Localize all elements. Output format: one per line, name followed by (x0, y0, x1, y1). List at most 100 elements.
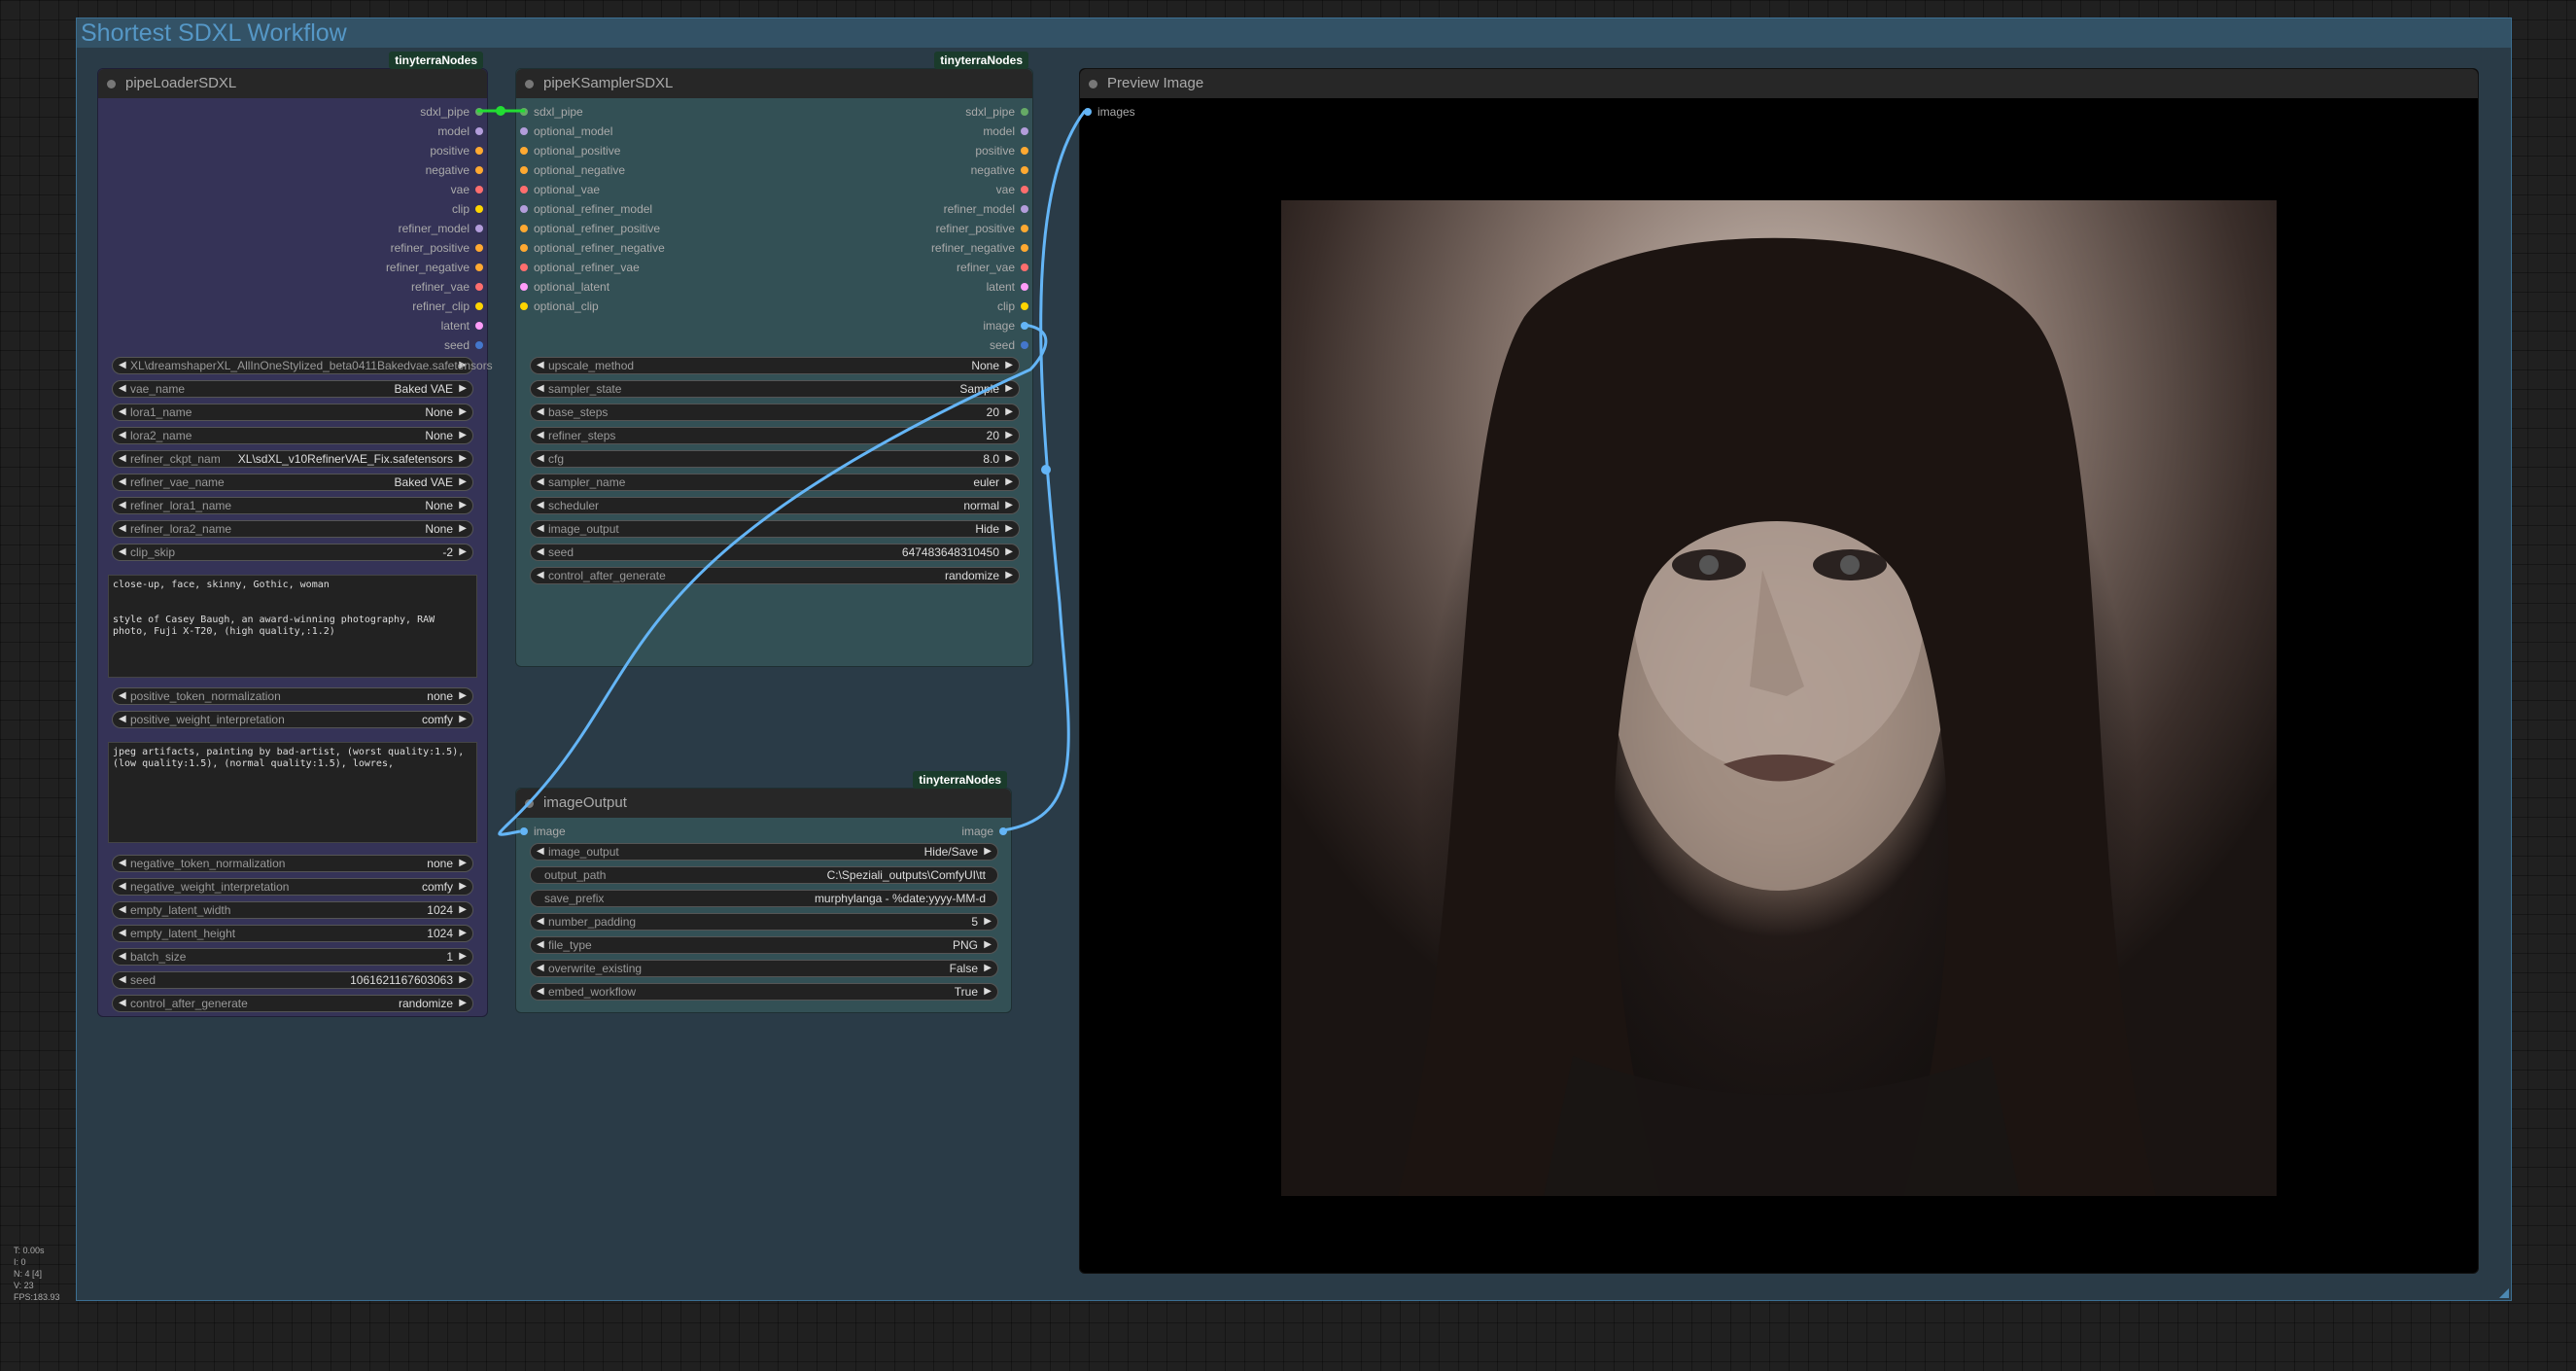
slot-pin-icon[interactable] (520, 127, 528, 135)
slot-pin-icon[interactable] (1021, 205, 1028, 213)
slot-pin-icon[interactable] (999, 827, 1007, 835)
output-slot-clip[interactable]: clip (997, 297, 1032, 316)
decrement-arrow-icon[interactable]: ◀ (537, 937, 544, 953)
slot-pin-icon[interactable] (475, 205, 483, 213)
increment-arrow-icon[interactable]: ▶ (459, 926, 467, 941)
increment-arrow-icon[interactable]: ▶ (1005, 568, 1013, 583)
widget-upscale-method[interactable]: ◀ ▶ upscale_method None (530, 357, 1020, 374)
output-slot-latent[interactable]: latent (441, 316, 487, 335)
increment-arrow-icon[interactable]: ▶ (1005, 451, 1013, 467)
increment-arrow-icon[interactable]: ▶ (1005, 358, 1013, 373)
increment-arrow-icon[interactable]: ▶ (459, 856, 467, 871)
group-resize-handle[interactable] (2499, 1288, 2509, 1298)
decrement-arrow-icon[interactable]: ◀ (119, 926, 126, 941)
output-slot-vae[interactable]: vae (996, 180, 1032, 199)
collapse-dot-icon[interactable] (107, 80, 116, 88)
input-slot-optional-refiner-positive[interactable]: optional_refiner_positive (516, 219, 660, 238)
widget-empty-latent-width[interactable]: ◀ ▶ empty_latent_width 1024 (112, 901, 473, 919)
input-slot-optional-negative[interactable]: optional_negative (516, 160, 625, 180)
slot-pin-icon[interactable] (520, 264, 528, 271)
node-title[interactable]: pipeKSamplerSDXL (516, 69, 1032, 98)
increment-arrow-icon[interactable]: ▶ (1005, 428, 1013, 443)
widget-output-path[interactable]: output_path C:\Speziali_outputs\ComfyUI\t… (530, 866, 998, 884)
node-image-output[interactable]: tinyterraNodes imageOutput image image ◀… (515, 771, 1012, 1013)
output-slot-refiner-positive[interactable]: refiner_positive (936, 219, 1032, 238)
output-slot-sdxl-pipe[interactable]: sdxl_pipe (420, 102, 487, 122)
widget-control-after-generate[interactable]: ◀ ▶ control_after_generate randomize (112, 995, 473, 1012)
widget-image-output[interactable]: ◀ ▶ image_output Hide (530, 520, 1020, 538)
slot-pin-icon[interactable] (1021, 147, 1028, 155)
output-slot-refiner-clip[interactable]: refiner_clip (412, 297, 487, 316)
collapse-dot-icon[interactable] (1089, 80, 1097, 88)
output-slot-model[interactable]: model (983, 122, 1032, 141)
output-slot-latent[interactable]: latent (987, 277, 1032, 297)
widget-scheduler[interactable]: ◀ ▶ scheduler normal (530, 497, 1020, 514)
decrement-arrow-icon[interactable]: ◀ (119, 545, 126, 560)
input-slot-optional-latent[interactable]: optional_latent (516, 277, 609, 297)
increment-arrow-icon[interactable]: ▶ (459, 972, 467, 988)
slot-pin-icon[interactable] (1021, 108, 1028, 116)
widget-negative-token-normalization[interactable]: ◀ ▶ negative_token_normalization none (112, 855, 473, 872)
widget-refiner-ckpt-nam[interactable]: ◀ ▶ refiner_ckpt_nam XL\sdXL_v10RefinerVAE_… (112, 450, 473, 468)
increment-arrow-icon[interactable]: ▶ (459, 712, 467, 727)
decrement-arrow-icon[interactable]: ◀ (537, 498, 544, 513)
slot-pin-icon[interactable] (1021, 302, 1028, 310)
output-slot-refiner-negative[interactable]: refiner_negative (386, 258, 487, 277)
decrement-arrow-icon[interactable]: ◀ (537, 914, 544, 930)
widget-positive-token-normalization[interactable]: ◀ ▶ positive_token_normalization none (112, 687, 473, 705)
node-title[interactable]: pipeLoaderSDXL (98, 69, 487, 98)
slot-pin-icon[interactable] (1021, 166, 1028, 174)
decrement-arrow-icon[interactable]: ◀ (119, 949, 126, 965)
decrement-arrow-icon[interactable]: ◀ (537, 475, 544, 490)
decrement-arrow-icon[interactable]: ◀ (119, 521, 126, 537)
output-slot-seed[interactable]: seed (444, 335, 487, 355)
slot-pin-icon[interactable] (475, 322, 483, 330)
slot-pin-icon[interactable] (1021, 127, 1028, 135)
negative-prompt-textarea[interactable]: jpeg artifacts, painting by bad-artist, … (108, 742, 477, 843)
widget-refiner-lora2-name[interactable]: ◀ ▶ refiner_lora2_name None (112, 520, 473, 538)
output-slot-seed[interactable]: seed (990, 335, 1032, 355)
widget-clip-skip[interactable]: ◀ ▶ clip_skip -2 (112, 544, 473, 561)
slot-pin-icon[interactable] (1084, 108, 1092, 116)
output-slot-negative[interactable]: negative (426, 160, 487, 180)
widget-sampler-state[interactable]: ◀ ▶ sampler_state Sample (530, 380, 1020, 398)
widget-xl-dreamshaperxl-allinonestylized-beta0411bakedvae-safetensors[interactable]: ◀ ▶ XL\dreamshaperXL_AllInOneStylized_beta… (112, 357, 493, 374)
decrement-arrow-icon[interactable]: ◀ (119, 996, 126, 1011)
slot-pin-icon[interactable] (520, 283, 528, 291)
output-slot-refiner-model[interactable]: refiner_model (399, 219, 487, 238)
slot-pin-icon[interactable] (1021, 186, 1028, 193)
decrement-arrow-icon[interactable]: ◀ (119, 879, 126, 895)
increment-arrow-icon[interactable]: ▶ (459, 498, 467, 513)
slot-pin-icon[interactable] (520, 244, 528, 252)
node-title[interactable]: imageOutput (516, 789, 1011, 818)
increment-arrow-icon[interactable]: ▶ (984, 914, 992, 930)
slot-pin-icon[interactable] (1021, 341, 1028, 349)
increment-arrow-icon[interactable]: ▶ (984, 961, 992, 976)
slot-pin-icon[interactable] (475, 225, 483, 232)
widget-control-after-generate[interactable]: ◀ ▶ control_after_generate randomize (530, 567, 1020, 584)
output-slot-image[interactable]: image (983, 316, 1032, 335)
output-slot-negative[interactable]: negative (971, 160, 1032, 180)
output-slot-vae[interactable]: vae (451, 180, 487, 199)
output-slot-refiner-model[interactable]: refiner_model (944, 199, 1032, 219)
widget-image-output[interactable]: ◀ ▶ image_output Hide/Save (530, 843, 998, 861)
widget-negative-weight-interpretation[interactable]: ◀ ▶ negative_weight_interpretation comfy (112, 878, 473, 896)
decrement-arrow-icon[interactable]: ◀ (119, 404, 126, 420)
widget-refiner-lora1-name[interactable]: ◀ ▶ refiner_lora1_name None (112, 497, 473, 514)
decrement-arrow-icon[interactable]: ◀ (537, 521, 544, 537)
decrement-arrow-icon[interactable]: ◀ (537, 428, 544, 443)
slot-pin-icon[interactable] (520, 302, 528, 310)
output-slot-clip[interactable]: clip (452, 199, 487, 219)
slot-pin-icon[interactable] (520, 827, 528, 835)
output-slot-refiner-vae[interactable]: refiner_vae (411, 277, 487, 297)
slot-pin-icon[interactable] (475, 127, 483, 135)
slot-pin-icon[interactable] (475, 264, 483, 271)
slot-pin-icon[interactable] (1021, 225, 1028, 232)
node-pipe-ksampler-sdxl[interactable]: tinyterraNodes pipeKSamplerSDXL sdxl_pip… (515, 52, 1033, 667)
slot-pin-icon[interactable] (520, 186, 528, 193)
preview-image[interactable] (1281, 200, 2277, 1196)
widget-empty-latent-height[interactable]: ◀ ▶ empty_latent_height 1024 (112, 925, 473, 942)
input-slot-optional-refiner-negative[interactable]: optional_refiner_negative (516, 238, 665, 258)
increment-arrow-icon[interactable]: ▶ (1005, 381, 1013, 397)
increment-arrow-icon[interactable]: ▶ (459, 381, 467, 397)
